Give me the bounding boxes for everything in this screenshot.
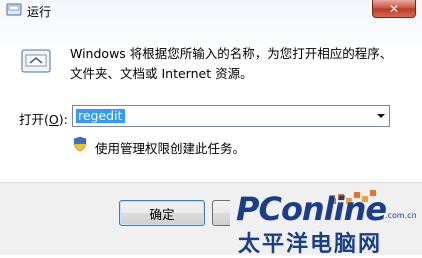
run-dialog: 运行 ✕ Windows 将根据您所输入的名称，为您打开相应的程序、 文件夹、文…	[0, 0, 422, 257]
title-bar: 运行 ✕	[0, 0, 422, 22]
watermark-brand: PConline	[236, 190, 387, 228]
pconline-watermark: PConline .com.cn 太平洋电脑网	[236, 190, 422, 257]
cancel-button[interactable]	[212, 200, 230, 226]
ok-button[interactable]: 确定	[119, 200, 205, 226]
description-line-1: Windows 将根据您所输入的名称，为您打开相应的程序、	[70, 46, 393, 61]
open-input-value[interactable]: regedit	[76, 109, 125, 123]
admin-privilege-note: 使用管理权限创建此任务。	[95, 141, 246, 156]
close-button[interactable]: ✕	[372, 0, 416, 18]
window-title: 运行	[27, 5, 52, 19]
open-label-prefix: 打开(	[19, 112, 49, 127]
watermark-domain: .com.cn	[385, 211, 417, 220]
shield-icon	[73, 136, 87, 152]
close-icon: ✕	[388, 1, 400, 16]
run-app-icon	[6, 3, 22, 16]
open-label-hotkey: O	[48, 112, 59, 127]
dialog-description: Windows 将根据您所输入的名称，为您打开相应的程序、 文件夹、文档或 In…	[70, 44, 410, 84]
run-program-icon	[21, 49, 51, 73]
description-line-2: 文件夹、文档或 Internet 资源。	[70, 66, 253, 81]
watermark-cn: 太平洋电脑网	[238, 232, 383, 257]
open-field-label: 打开(O):	[19, 109, 68, 128]
chevron-down-icon[interactable]	[377, 114, 385, 118]
open-label-suffix: ):	[58, 112, 68, 127]
open-combo-input[interactable]: regedit	[72, 105, 390, 127]
